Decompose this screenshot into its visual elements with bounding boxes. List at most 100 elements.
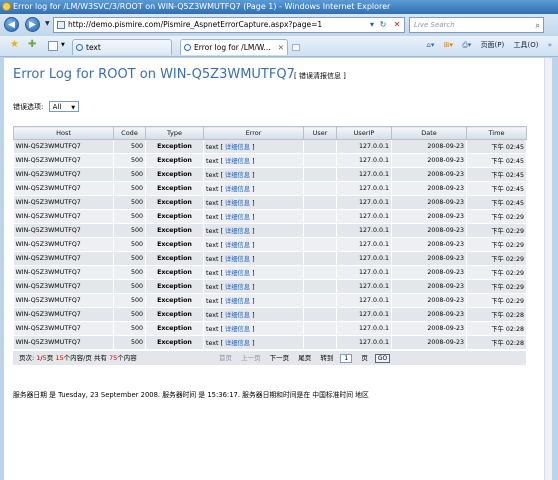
cell-time: 下午 02:45 [466, 139, 527, 154]
search-input[interactable]: Live Search ⌕ [409, 17, 544, 33]
feeds-icon[interactable]: ⊞▾ [444, 41, 453, 49]
goto-page-input[interactable]: 1 [340, 353, 353, 363]
cell-host: WIN-Q5Z3WMUTFQ7 [13, 167, 114, 182]
cell-date: 2008-09-23 [391, 153, 467, 168]
favorites-star-icon[interactable]: ★ [10, 39, 19, 50]
error-text: text [206, 284, 219, 291]
header-type[interactable]: Type [145, 126, 204, 140]
time-ampm: 下午 [491, 172, 504, 179]
download-log-link[interactable]: [ 错误清报信息 ] [294, 71, 346, 81]
prev-page-link[interactable]: 上一页 [241, 354, 261, 362]
table-row: WIN-Q5Z3WMUTFQ7 500 Exception text[详细信息] 127… [13, 209, 527, 224]
cell-code: 500 [113, 279, 146, 294]
header-host[interactable]: Host [13, 126, 114, 140]
detail-link[interactable]: 详细信息 [225, 256, 250, 263]
tab-text[interactable]: text [72, 39, 172, 55]
cell-user [303, 265, 337, 280]
forward-arrow-icon[interactable]: ▶ [25, 17, 40, 32]
error-text: text [206, 340, 219, 347]
time-value: 02:29 [505, 228, 524, 235]
more-chevron-icon[interactable]: » [548, 41, 552, 49]
cell-host: WIN-Q5Z3WMUTFQ7 [13, 223, 114, 238]
home-icon[interactable]: ⌂▾ [426, 41, 434, 49]
url-input[interactable]: http://demo.pismire.com/Pismire_AspnetEr… [53, 17, 405, 33]
print-icon[interactable]: ⎙▾ [462, 41, 471, 49]
time-value: 02:29 [505, 270, 524, 277]
table-row: WIN-Q5Z3WMUTFQ7 500 Exception text[详细信息] 127… [13, 321, 527, 336]
detail-link[interactable]: 详细信息 [225, 270, 250, 277]
go-button[interactable]: GO [374, 353, 391, 363]
detail-link[interactable]: 详细信息 [225, 172, 250, 179]
new-tab-button[interactable] [292, 44, 300, 51]
table-row: WIN-Q5Z3WMUTFQ7 500 Exception text[详细信息] 127… [13, 223, 527, 238]
quick-tabs-icon[interactable] [48, 41, 58, 51]
detail-link[interactable]: 详细信息 [225, 284, 250, 291]
error-text: text [206, 242, 219, 249]
cell-date: 2008-09-23 [391, 293, 467, 308]
time-ampm: 下午 [491, 284, 504, 291]
page-menu[interactable]: 页面(P) [481, 41, 505, 49]
detail-link[interactable]: 详细信息 [225, 312, 250, 319]
search-icon[interactable]: ⌕ [536, 19, 540, 33]
detail-link[interactable]: 详细信息 [225, 340, 250, 347]
header-user[interactable]: User [303, 126, 337, 140]
cell-type: Exception [145, 167, 204, 182]
next-page-link[interactable]: 下一页 [270, 354, 290, 362]
cell-time: 下午 02:45 [466, 153, 527, 168]
refresh-icon[interactable]: ↻ [377, 18, 389, 31]
table-row: WIN-Q5Z3WMUTFQ7 500 Exception text[详细信息] 127… [13, 153, 527, 168]
cell-time: 下午 02:29 [466, 237, 527, 252]
stop-icon[interactable]: ✕ [391, 18, 403, 31]
tab-error-log[interactable]: Error log for /LM/W... ✕ [180, 39, 288, 55]
header-code[interactable]: Code [113, 126, 146, 140]
header-userip[interactable]: UserIP [336, 126, 392, 140]
cell-type: Exception [145, 279, 204, 294]
cell-user [303, 307, 337, 322]
detail-link[interactable]: 详细信息 [225, 200, 250, 207]
cell-type: Exception [145, 293, 204, 308]
vertical-scrollbar[interactable] [544, 58, 552, 480]
back-arrow-icon[interactable]: ◀ [4, 17, 19, 32]
filter-select[interactable]: All ▼ [48, 101, 80, 112]
error-text: text [206, 256, 219, 263]
cell-user [303, 335, 337, 350]
cell-code: 500 [113, 223, 146, 238]
header-date[interactable]: Date [391, 126, 467, 140]
goto-label: 转到 [320, 354, 334, 362]
last-page-link[interactable]: 尾页 [298, 354, 311, 362]
separator: [ [220, 256, 223, 263]
separator: [ [220, 242, 223, 249]
tab-close-icon[interactable]: ✕ [278, 40, 284, 55]
detail-link[interactable]: 详细信息 [225, 214, 250, 221]
separator: ] [252, 172, 255, 179]
cell-type: Exception [145, 181, 204, 196]
separator: ] [252, 284, 255, 291]
cell-time: 下午 02:28 [466, 321, 527, 336]
header-time[interactable]: Time [466, 126, 527, 140]
url-text: http://demo.pismire.com/Pismire_AspnetEr… [68, 20, 323, 29]
time-value: 02:28 [505, 340, 524, 347]
recent-pages-chevron-icon[interactable]: ▼ [45, 20, 50, 27]
cell-date: 2008-09-23 [391, 139, 467, 154]
error-text: text [206, 228, 219, 235]
cell-userip: 127.0.0.1 [336, 195, 392, 210]
time-ampm: 下午 [491, 242, 504, 249]
tools-menu[interactable]: 工具(O) [513, 41, 538, 49]
detail-link[interactable]: 详细信息 [225, 298, 250, 305]
time-value: 02:28 [505, 326, 524, 333]
detail-link[interactable]: 详细信息 [225, 158, 250, 165]
detail-link[interactable]: 详细信息 [225, 186, 250, 193]
detail-link[interactable]: 详细信息 [225, 242, 250, 249]
separator: [ [220, 186, 223, 193]
first-page-link[interactable]: 首页 [219, 354, 232, 362]
cell-userip: 127.0.0.1 [336, 335, 392, 350]
detail-link[interactable]: 详细信息 [225, 228, 250, 235]
tab-list-chevron-icon[interactable]: ▼ [61, 42, 65, 48]
detail-link[interactable]: 详细信息 [225, 326, 250, 333]
detail-link[interactable]: 详细信息 [225, 144, 250, 151]
time-ampm: 下午 [491, 228, 504, 235]
cell-host: WIN-Q5Z3WMUTFQ7 [13, 307, 114, 322]
cell-userip: 127.0.0.1 [336, 209, 392, 224]
add-favorite-icon[interactable]: ✚ [28, 39, 36, 50]
header-error[interactable]: Error [203, 126, 304, 140]
